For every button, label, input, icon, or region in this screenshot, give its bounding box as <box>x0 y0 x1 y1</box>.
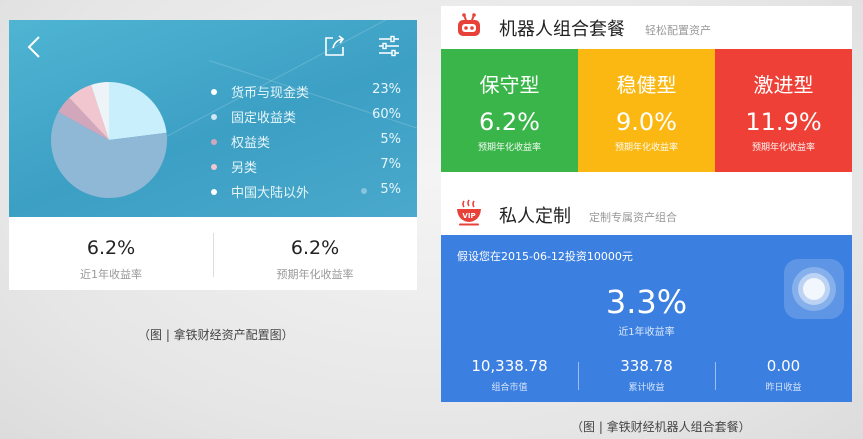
tile-balanced[interactable]: 稳健型 9.0% 预期年化收益率 <box>578 49 715 172</box>
vip-cup-icon: VIP <box>457 199 481 226</box>
stat-value: 338.78 <box>620 357 673 375</box>
allocation-header-panel: 货币与现金类 23% 固定收益类 60% 权益类 5% 另类 7% 中国大陆以外 <box>9 20 417 217</box>
legend-label: 固定收益类 <box>231 111 297 126</box>
tile-name: 保守型 <box>479 73 540 97</box>
tile-desc: 预期年化收益率 <box>614 143 678 153</box>
settings-button[interactable] <box>377 34 401 58</box>
legend-item: 中国大陆以外 5% <box>209 182 409 207</box>
stat-value: 10,338.78 <box>471 357 548 375</box>
legend-label: 中国大陆以外 <box>231 186 310 201</box>
stat-label: 预期年化收益率 <box>276 268 354 281</box>
tile-desc: 预期年化收益率 <box>477 143 541 153</box>
legend-item: 货币与现金类 23% <box>209 82 409 107</box>
stat-value: 6.2% <box>86 237 136 259</box>
left-figure-caption: （图 | 拿铁财经资产配置图） <box>138 328 294 342</box>
vip-section-subtitle: 定制专属资产组合 <box>589 211 677 224</box>
legend-label: 另类 <box>231 161 258 176</box>
legend-value: 7% <box>380 157 401 172</box>
pie-slice <box>109 82 167 140</box>
legend-item: 权益类 5% <box>209 132 409 157</box>
stat-label: 组合市值 <box>491 383 528 393</box>
stat-cumulative-return: 338.78 累计收益 <box>578 357 715 393</box>
portfolio-tiles: 保守型 6.2% 预期年化收益率 稳健型 9.0% 预期年化收益率 激进型 11… <box>441 49 852 172</box>
svg-text:VIP: VIP <box>462 212 475 220</box>
stat-value: 0.00 <box>766 357 801 375</box>
vip-section-header: VIP 私人定制 定制专属资产组合 <box>441 193 852 235</box>
robot-section-title: 机器人组合套餐 <box>499 19 625 40</box>
share-icon <box>325 35 345 56</box>
tile-conservative[interactable]: 保守型 6.2% 预期年化收益率 <box>441 49 578 172</box>
tile-name: 稳健型 <box>616 73 677 97</box>
share-button[interactable] <box>323 34 347 58</box>
legend-value: 23% <box>372 82 401 97</box>
legend-item: 另类 7% <box>209 157 409 182</box>
legend-dot <box>211 139 217 145</box>
vip-section-title: 私人定制 <box>499 206 571 227</box>
legend-value: 60% <box>372 107 401 122</box>
return-stats: 6.2% 近1年收益率 6.2% 预期年化收益率 <box>9 217 417 290</box>
legend-dot <box>211 114 217 120</box>
tile-name: 激进型 <box>753 73 814 97</box>
stat-1y-return: 6.2% 近1年收益率 <box>9 217 213 290</box>
investment-note: 假设您在2015-06-12投资10000元 <box>457 250 633 263</box>
stat-value: 6.2% <box>290 237 340 259</box>
legend-dot <box>211 189 217 195</box>
allocation-pie-chart <box>51 82 167 198</box>
tile-rate: 11.9% <box>745 108 822 136</box>
stat-yesterday-return: 0.00 昨日收益 <box>715 357 852 393</box>
stat-expected-return: 6.2% 预期年化收益率 <box>213 217 417 290</box>
stat-label: 昨日收益 <box>765 383 802 393</box>
legend-value: 5% <box>380 182 401 197</box>
asset-allocation-screen: 货币与现金类 23% 固定收益类 60% 权益类 5% 另类 7% 中国大陆以外 <box>9 20 417 290</box>
robot-section-subtitle: 轻松配置资产 <box>645 24 711 37</box>
legend-dot <box>211 89 217 95</box>
stat-label: 近1年收益率 <box>80 268 142 281</box>
right-figure-caption: （图 | 拿铁财经机器人组合套餐） <box>571 420 751 434</box>
vip-panel: 假设您在2015-06-12投资10000元 3.3% 近1年收益率 10,33… <box>441 235 852 402</box>
legend-dot <box>211 164 217 170</box>
sliders-icon <box>379 35 399 57</box>
tile-rate: 9.0% <box>616 108 677 136</box>
legend-item: 固定收益类 60% <box>209 107 409 132</box>
legend-label: 权益类 <box>231 136 271 151</box>
robo-portfolio-screen: 机器人组合套餐 轻松配置资产 保守型 6.2% 预期年化收益率 稳健型 9.0%… <box>441 6 852 402</box>
vip-return-label: 近1年收益率 <box>618 327 675 338</box>
assistive-touch-button[interactable] <box>784 259 844 319</box>
robot-section-header: 机器人组合套餐 轻松配置资产 <box>441 6 852 48</box>
robot-icon <box>458 13 480 36</box>
tile-aggressive[interactable]: 激进型 11.9% 预期年化收益率 <box>715 49 852 172</box>
legend-value: 5% <box>380 132 401 147</box>
stat-label: 累计收益 <box>628 383 665 393</box>
stat-market-value: 10,338.78 组合市值 <box>441 357 578 393</box>
allocation-legend: 货币与现金类 23% 固定收益类 60% 权益类 5% 另类 7% 中国大陆以外 <box>209 82 409 207</box>
tile-desc: 预期年化收益率 <box>751 143 815 153</box>
chevron-left-icon <box>27 36 40 58</box>
legend-label: 货币与现金类 <box>231 86 310 101</box>
back-button[interactable] <box>23 34 47 60</box>
tile-rate: 6.2% <box>479 108 540 136</box>
